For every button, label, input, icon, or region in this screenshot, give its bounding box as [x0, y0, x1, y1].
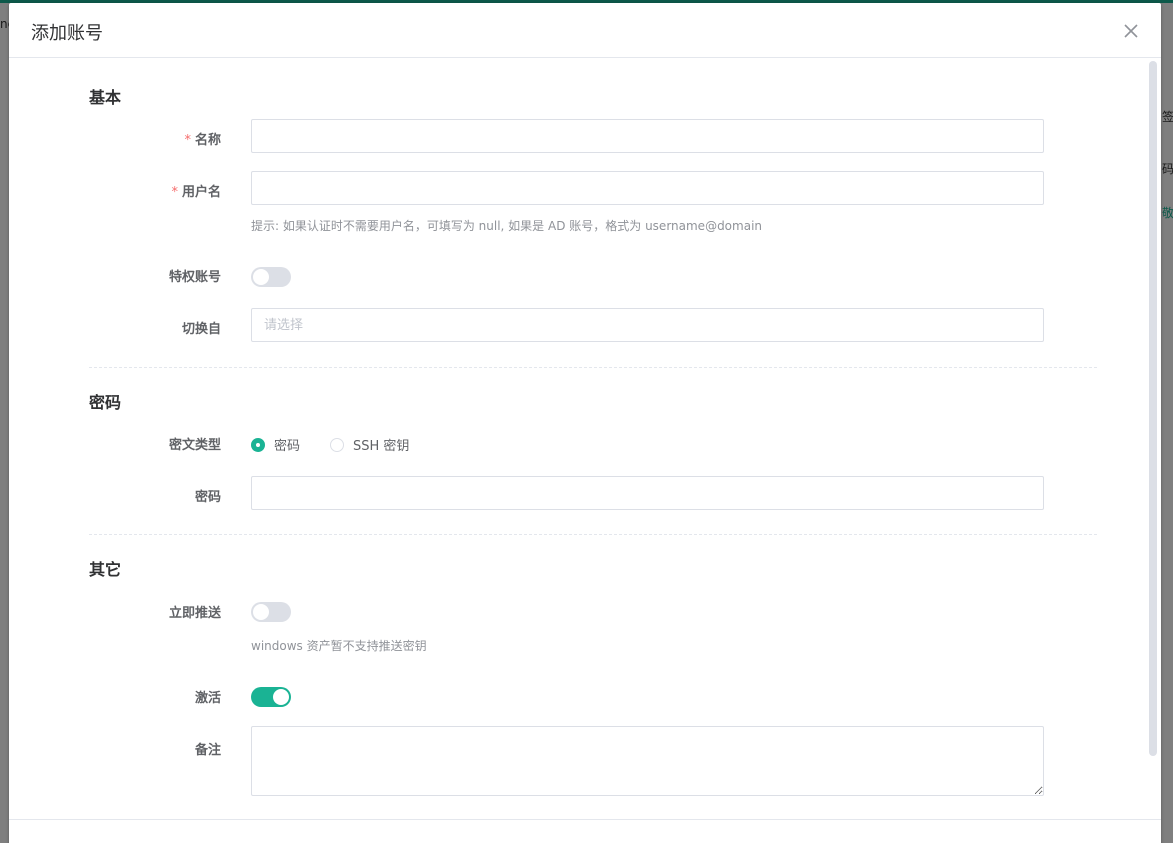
add-account-dialog: 添加账号 基本 * 名称 * 用户名 提示: 如果认证时不需要用户名，可填写为 nu…: [9, 3, 1161, 843]
username-label-text: 用户名: [181, 185, 221, 200]
active-switch[interactable]: [251, 687, 291, 707]
section-title-password: 密码: [89, 393, 122, 412]
username-input[interactable]: [251, 171, 1044, 205]
username-label: * 用户名: [171, 181, 221, 200]
radio-label: SSH 密钥: [353, 439, 410, 454]
password-input[interactable]: [251, 476, 1044, 510]
section-divider: [89, 367, 1097, 368]
dialog-body: 基本 * 名称 * 用户名 提示: 如果认证时不需要用户名，可填写为 null, 如…: [9, 59, 1161, 819]
section-divider: [89, 534, 1097, 535]
password-label: 密码: [194, 490, 221, 505]
switch-knob: [253, 604, 269, 620]
privileged-switch[interactable]: [251, 267, 291, 287]
radio-label: 密码: [274, 439, 301, 454]
dialog-header: 添加账号: [9, 3, 1161, 58]
su-from-select[interactable]: [251, 308, 1044, 342]
name-label-text: 名称: [194, 133, 221, 148]
required-mark: *: [171, 185, 178, 200]
push-hint: windows 资产暂不支持推送密钥: [251, 639, 427, 653]
push-now-label: 立即推送: [168, 606, 221, 621]
close-icon[interactable]: [1121, 21, 1141, 41]
scrollbar-thumb[interactable]: [1149, 61, 1157, 756]
su-from-label: 切换自: [181, 322, 221, 337]
dialog-scrollbar[interactable]: [1149, 61, 1157, 756]
switch-knob: [273, 689, 289, 705]
push-now-switch[interactable]: [251, 602, 291, 622]
active-label: 激活: [194, 691, 221, 706]
username-hint: 提示: 如果认证时不需要用户名，可填写为 null, 如果是 AD 账号，格式为…: [251, 219, 763, 233]
comment-textarea[interactable]: [251, 726, 1044, 796]
name-label: * 名称: [184, 129, 221, 148]
secret-type-label: 密文类型: [168, 438, 221, 453]
privileged-label: 特权账号: [168, 270, 221, 285]
secret-type-radio-password[interactable]: 密码: [251, 435, 300, 454]
section-title-basic: 基本: [89, 88, 122, 107]
comment-label: 备注: [194, 743, 221, 758]
radio-dot: [251, 437, 265, 452]
section-title-other: 其它: [89, 560, 122, 579]
name-input[interactable]: [251, 119, 1044, 153]
dialog-title: 添加账号: [31, 23, 103, 44]
radio-dot: [330, 437, 344, 452]
switch-knob: [253, 269, 269, 285]
dialog-footer-divider: [9, 819, 1161, 820]
secret-type-radio-ssh-key[interactable]: SSH 密钥: [330, 435, 409, 454]
required-mark: *: [184, 133, 191, 148]
